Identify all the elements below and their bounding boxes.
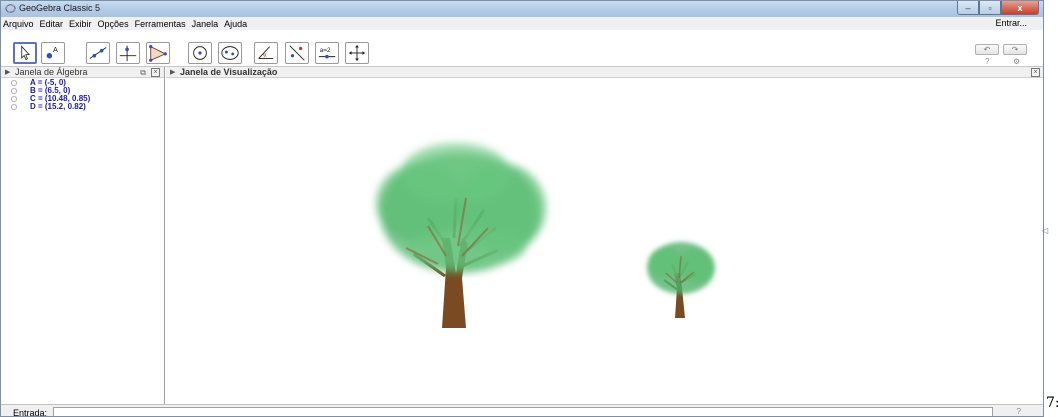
line-icon	[89, 47, 107, 59]
tool-reflect-button[interactable]	[285, 42, 309, 64]
tool-slider-button[interactable]: a=2	[315, 42, 339, 64]
move-graphics-icon	[348, 44, 366, 62]
tool-line-button[interactable]	[86, 42, 110, 64]
app-window: GeoGebra Classic 5 – ▫ x Arquivo Editar …	[0, 0, 1044, 417]
menu-editar[interactable]: Editar	[37, 19, 67, 29]
tool-circle-button[interactable]	[188, 42, 212, 64]
point-icon: A	[46, 45, 58, 59]
close-panel-icon[interactable]: ×	[151, 68, 160, 77]
tool-angle-button[interactable]: α	[254, 42, 278, 64]
algebra-item-expression: D = (15.2, 0.82)	[30, 102, 86, 111]
graphics-view-header: ▶ Janela de Visualização ×	[166, 67, 1043, 78]
algebra-view-header: ▶ Janela de Álgebra ⧉ ×	[1, 67, 164, 78]
tool-ellipse-button[interactable]	[218, 42, 242, 64]
login-link[interactable]: Entrar...	[995, 18, 1027, 28]
geogebra-logo-icon	[5, 4, 16, 14]
graphics-canvas[interactable]	[166, 78, 1043, 404]
graphics-view-title: Janela de Visualização	[180, 67, 278, 77]
panel-toggle-icon[interactable]: ▶	[170, 67, 175, 78]
redo-button[interactable]: ↷	[1003, 44, 1027, 55]
algebra-list: A = (-5, 0) B = (6.5, 0) C = (10.48, 0.8…	[1, 78, 164, 111]
canvas-drawing	[376, 143, 715, 328]
undo-button[interactable]: ↶	[975, 44, 999, 55]
visibility-toggle-icon[interactable]	[11, 104, 17, 110]
menu-bar: Arquivo Editar Exibir Opções Ferramentas…	[1, 17, 1043, 30]
tool-move-button[interactable]	[13, 42, 37, 64]
ellipse-icon	[221, 46, 239, 60]
small-tree-image[interactable]	[647, 242, 715, 318]
svg-text:A: A	[53, 45, 58, 54]
close-button[interactable]: x	[1001, 1, 1039, 15]
minimize-button[interactable]: –	[957, 1, 979, 15]
title-bar: GeoGebra Classic 5 – ▫ x	[1, 1, 1043, 17]
menu-janela[interactable]: Janela	[189, 19, 222, 29]
toolbar: A α a=2 ↶ ↷ ? ⚙	[1, 30, 1043, 67]
menu-exibir[interactable]: Exibir	[66, 19, 95, 29]
input-label: Entrada:	[13, 408, 48, 417]
input-bar: Entrada: ?	[1, 404, 1043, 417]
settings-icon[interactable]: ⚙	[1013, 57, 1020, 66]
side-collapse-icon[interactable]: ◁	[1042, 226, 1048, 235]
menu-ferramentas[interactable]: Ferramentas	[132, 19, 189, 29]
window-controls: – ▫ x	[957, 1, 1039, 15]
graphics-view: ▶ Janela de Visualização ×	[166, 67, 1043, 404]
help-icon[interactable]: ?	[985, 57, 989, 66]
visibility-toggle-icon[interactable]	[11, 96, 17, 102]
algebra-item[interactable]: A = (-5, 0)	[1, 79, 164, 87]
window-title: GeoGebra Classic 5	[19, 3, 101, 13]
visibility-toggle-icon[interactable]	[11, 80, 17, 86]
tool-point-button[interactable]: A	[41, 42, 65, 64]
algebra-view: ▶ Janela de Álgebra ⧉ × A = (-5, 0) B = …	[1, 67, 165, 404]
undock-icon[interactable]: ⧉	[140, 67, 146, 78]
input-field[interactable]	[53, 407, 993, 416]
input-help-icon[interactable]: ?	[1017, 407, 1021, 416]
panel-toggle-icon[interactable]: ▶	[5, 67, 10, 78]
slider-icon: a=2	[318, 47, 336, 59]
circle-center-icon	[193, 46, 207, 60]
svg-text:a=2: a=2	[320, 47, 331, 54]
close-panel-icon[interactable]: ×	[1031, 68, 1040, 77]
visibility-toggle-icon[interactable]	[11, 88, 17, 94]
maximize-button[interactable]: ▫	[979, 1, 1001, 15]
menu-arquivo[interactable]: Arquivo	[1, 19, 37, 29]
reflect-line-icon	[289, 45, 305, 61]
algebra-view-title: Janela de Álgebra	[15, 67, 88, 77]
menu-ajuda[interactable]: Ajuda	[221, 19, 250, 29]
page-fragment-text: 7:	[1046, 395, 1058, 411]
tool-move-graphics-button[interactable]	[345, 42, 369, 64]
svg-text:α: α	[263, 53, 267, 59]
move-arrow-icon	[21, 45, 31, 61]
polygon-icon	[149, 45, 167, 62]
algebra-item[interactable]: D = (15.2, 0.82)	[1, 103, 164, 111]
angle-icon: α	[258, 46, 274, 59]
menu-opcoes[interactable]: Opções	[95, 19, 132, 29]
large-tree-image[interactable]	[376, 143, 546, 328]
tool-polygon-button[interactable]	[146, 42, 170, 64]
tool-perpendicular-button[interactable]	[116, 42, 140, 64]
perpendicular-line-icon	[119, 45, 137, 62]
